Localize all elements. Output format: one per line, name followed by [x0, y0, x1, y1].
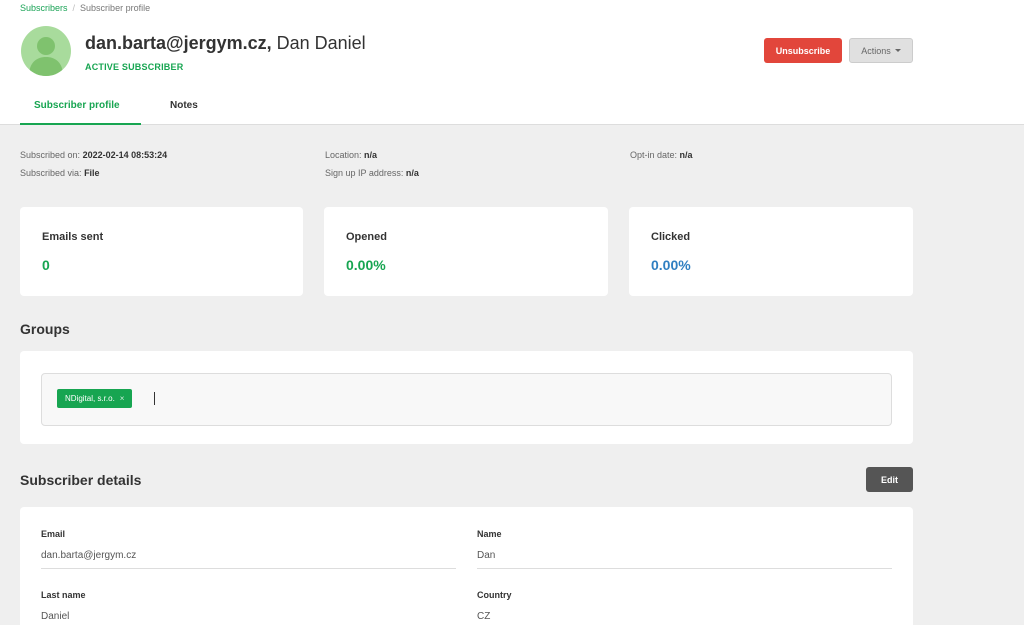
group-tag: NDigital, s.r.o. ×: [57, 389, 133, 408]
stat-card-emails-sent: Emails sent 0: [20, 207, 303, 296]
optin-date-value: n/a: [679, 150, 693, 160]
subscribed-via-label: Subscribed via:: [20, 168, 82, 178]
active-tab-indicator: [20, 123, 141, 125]
text-cursor: [154, 392, 155, 405]
tab-notes[interactable]: Notes: [170, 100, 198, 111]
email-field[interactable]: dan.barta@jergym.cz: [41, 550, 456, 569]
email-field-label: Email: [41, 529, 66, 539]
country-field[interactable]: CZ: [477, 611, 892, 625]
stat-label: Emails sent: [42, 231, 104, 243]
user-silhouette-icon: [29, 37, 63, 76]
location-value: n/a: [364, 150, 378, 160]
stat-label: Opened: [346, 231, 387, 243]
signup-ip-value: n/a: [405, 168, 419, 178]
name-field-label: Name: [477, 529, 502, 539]
optin-date-label: Opt-in date:: [630, 150, 678, 160]
unsubscribe-button[interactable]: Unsubscribe: [764, 38, 842, 63]
breadcrumb-current: Subscriber profile: [80, 3, 151, 13]
name-field[interactable]: Dan: [477, 550, 892, 569]
stat-label: Clicked: [651, 231, 691, 243]
actions-dropdown-button[interactable]: Actions: [849, 38, 913, 63]
groups-title: Groups: [20, 321, 70, 337]
subscribed-via: Subscribed via: File: [20, 168, 100, 178]
subscribed-on: Subscribed on: 2022-02-14 08:53:24: [20, 150, 167, 160]
remove-tag-icon[interactable]: ×: [120, 394, 125, 403]
country-field-label: Country: [477, 590, 512, 600]
avatar: [21, 26, 71, 76]
optin-date: Opt-in date: n/a: [630, 150, 693, 160]
stat-card-opened: Opened 0.00%: [324, 207, 608, 296]
groups-tag-input[interactable]: NDigital, s.r.o. ×: [41, 373, 892, 426]
subscribed-on-value: 2022-02-14 08:53:24: [82, 150, 168, 160]
breadcrumb-separator: /: [72, 3, 76, 13]
signup-ip: Sign up IP address: n/a: [325, 168, 419, 178]
subscribed-on-label: Subscribed on:: [20, 150, 81, 160]
group-tag-label: NDigital, s.r.o.: [65, 394, 115, 403]
caret-down-icon: [894, 49, 901, 52]
subscriber-name-title: Dan Daniel: [276, 33, 366, 53]
signup-ip-label: Sign up IP address:: [325, 168, 404, 178]
stat-value: 0.00%: [651, 257, 691, 273]
location: Location: n/a: [325, 150, 377, 160]
page-header: Subscribers / Subscriber profile dan.barta…: [0, 0, 1024, 125]
location-label: Location:: [325, 150, 362, 160]
page-title: dan.barta@jergym.cz, Dan Daniel: [85, 33, 366, 54]
subscriber-email-title: dan.barta@jergym.cz,: [85, 33, 272, 53]
breadcrumb-subscribers-link[interactable]: Subscribers: [20, 3, 68, 13]
status-badge: ACTIVE SUBSCRIBER: [85, 62, 184, 72]
stat-card-clicked: Clicked 0.00%: [629, 207, 913, 296]
last-name-field[interactable]: Daniel: [41, 611, 456, 625]
stat-value: 0.00%: [346, 257, 386, 273]
subscriber-details-title: Subscriber details: [20, 472, 142, 488]
last-name-field-label: Last name: [41, 590, 86, 600]
actions-label: Actions: [861, 45, 891, 56]
tab-subscriber-profile[interactable]: Subscriber profile: [34, 100, 120, 111]
stat-value: 0: [42, 257, 50, 273]
breadcrumb: Subscribers / Subscriber profile: [20, 3, 150, 13]
subscribed-via-value: File: [84, 168, 100, 178]
edit-button[interactable]: Edit: [866, 467, 913, 492]
